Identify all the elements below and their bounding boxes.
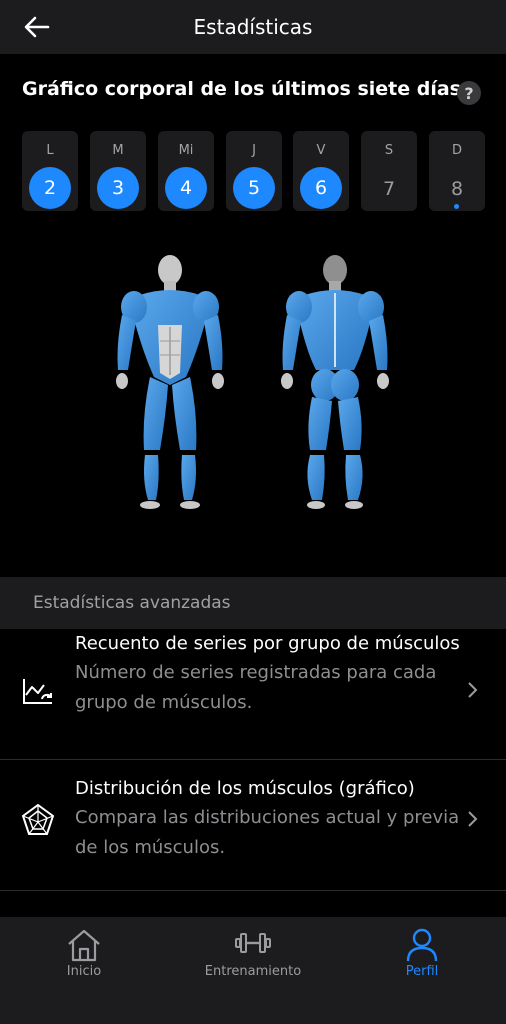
page-title: Estadísticas <box>193 15 313 39</box>
row-title: Distribución de los músculos (gráfico) <box>75 778 415 799</box>
back-body-figure <box>281 255 389 509</box>
radar-chart-icon <box>20 802 56 838</box>
row-text: Recuento de series por grupo de músculos… <box>75 629 465 718</box>
user-icon <box>406 928 438 962</box>
top-bar: Estadísticas <box>0 0 506 54</box>
day-letter: D <box>451 143 462 158</box>
body-chart-title: Gráfico corporal de los últimos siete dí… <box>22 78 461 100</box>
day-item-saturday[interactable]: S 7 <box>361 131 417 211</box>
row-subtitle: Compara las distribuciones actual y prev… <box>75 807 460 858</box>
day-letter: S <box>384 143 394 158</box>
day-letter: L <box>46 143 54 158</box>
bottom-tab-bar: Inicio Entrenamiento Perfil <box>0 917 506 1024</box>
row-subtitle: Número de series registradas para cada g… <box>75 662 437 713</box>
chart-trend-icon <box>20 673 56 709</box>
tab-home[interactable]: Inicio <box>44 917 124 997</box>
day-item-thursday[interactable]: J 5 <box>226 131 282 211</box>
day-number: 3 <box>97 167 139 209</box>
help-icon: ? <box>464 83 474 103</box>
day-selector: L 2 M 3 Mi 4 J 5 V 6 S 7 D 8 <box>22 131 486 211</box>
row-title: Recuento de series por grupo de músculos <box>75 633 460 654</box>
day-letter: V <box>316 143 326 158</box>
tab-workout[interactable]: Entrenamiento <box>203 917 303 997</box>
day-number: 7 <box>382 178 396 200</box>
day-item-tuesday[interactable]: M 3 <box>90 131 146 211</box>
home-icon <box>68 929 100 962</box>
muscle-distribution-row[interactable]: Distribución de los músculos (gráfico) C… <box>0 760 506 890</box>
day-letter: M <box>112 143 124 158</box>
day-number: 5 <box>233 167 275 209</box>
chevron-right-icon <box>465 809 481 829</box>
sets-per-muscle-row[interactable]: Recuento de series por grupo de músculos… <box>0 629 506 759</box>
help-button[interactable]: ? <box>457 81 481 105</box>
day-number: 4 <box>165 167 207 209</box>
tab-label: Entrenamiento <box>204 964 302 979</box>
day-letter: Mi <box>178 143 194 158</box>
day-number: 2 <box>29 167 71 209</box>
muscle-body-chart <box>0 245 506 525</box>
day-item-wednesday[interactable]: Mi 4 <box>158 131 214 211</box>
dumbbell-icon <box>235 933 271 953</box>
today-indicator <box>454 204 459 209</box>
advanced-stats-header: Estadísticas avanzadas <box>0 577 506 629</box>
tab-profile[interactable]: Perfil <box>382 917 462 997</box>
divider <box>0 890 506 891</box>
day-number: 6 <box>300 167 342 209</box>
arrow-left-icon <box>24 16 50 38</box>
day-item-monday[interactable]: L 2 <box>22 131 78 211</box>
day-item-sunday[interactable]: D 8 <box>429 131 485 211</box>
day-item-friday[interactable]: V 6 <box>293 131 349 211</box>
day-letter: J <box>252 143 256 158</box>
advanced-stats-title: Estadísticas avanzadas <box>33 593 231 613</box>
tab-label: Inicio <box>66 964 102 979</box>
row-text: Distribución de los músculos (gráfico) C… <box>75 774 465 863</box>
tab-label: Perfil <box>405 964 439 979</box>
back-button[interactable] <box>22 12 52 42</box>
front-body-figure <box>116 255 224 509</box>
chevron-right-icon <box>465 680 481 700</box>
